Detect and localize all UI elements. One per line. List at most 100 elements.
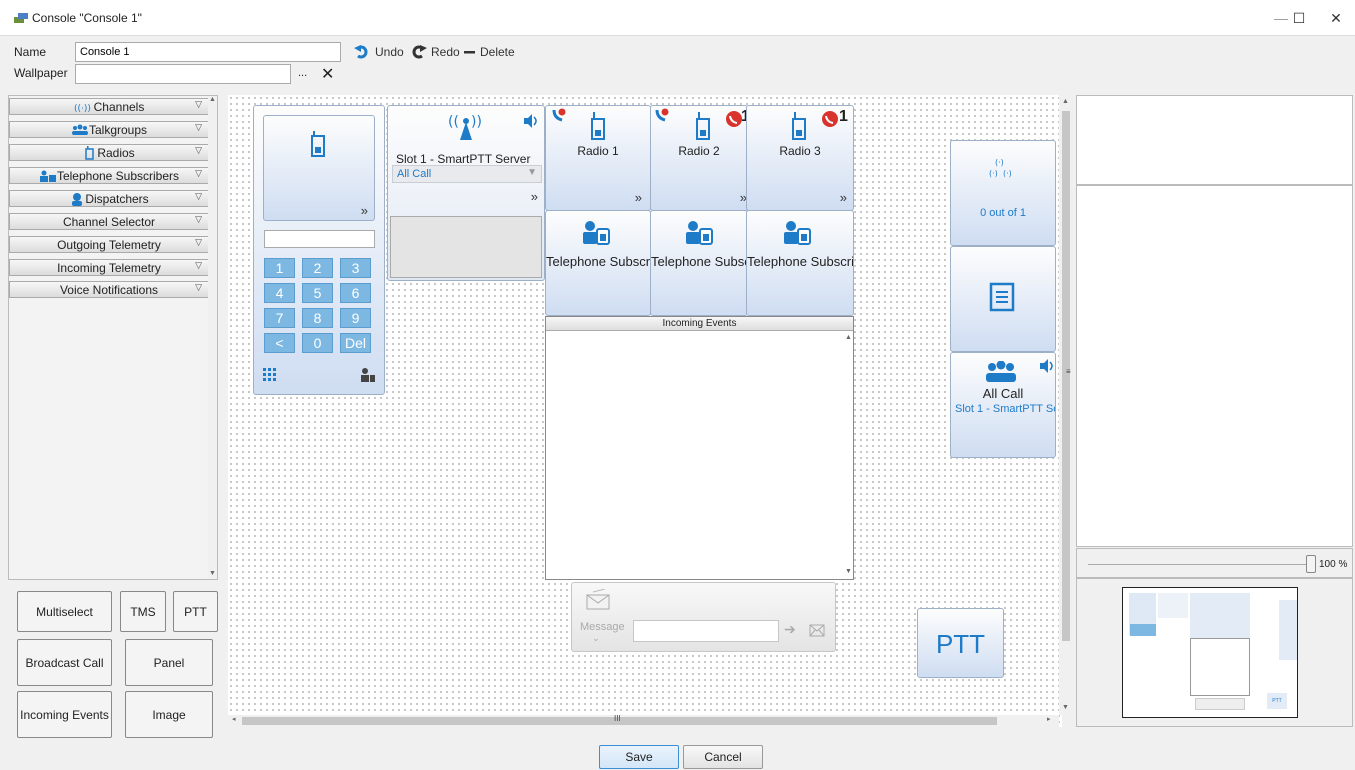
missed-call-count: 1 <box>839 108 848 125</box>
contact-icon <box>361 368 375 382</box>
send-arrow-icon[interactable]: ➔ <box>784 621 796 638</box>
telephone-subscriber-tile[interactable]: Telephone Subscriber <box>545 210 651 316</box>
chevron-down-icon: ▽ <box>195 99 202 109</box>
speaker-icon <box>1040 359 1053 373</box>
channel-selector-status: 0 out of 1 <box>980 207 1026 219</box>
channel-selector-widget[interactable]: (·) (·) (·) 0 out of 1 <box>950 140 1056 246</box>
panel-tool[interactable]: Panel <box>125 639 213 686</box>
svg-text:(·): (·) <box>995 158 1004 167</box>
chevron-down-icon: ▽ <box>195 122 202 132</box>
redo-button[interactable]: Redo <box>410 45 460 59</box>
radio-2-tile[interactable]: 1 Radio 2 » <box>650 105 749 211</box>
key-8[interactable]: 8 <box>302 308 333 328</box>
wallpaper-input[interactable] <box>75 64 291 84</box>
broadcast-call-widget[interactable]: All Call Slot 1 - SmartPTT Server <box>950 352 1056 458</box>
dialer-more-button[interactable]: » <box>361 203 368 218</box>
broadcast-call-tool[interactable]: Broadcast Call <box>17 639 112 686</box>
minimap-viewport[interactable]: PTT <box>1122 587 1298 718</box>
minimap-keys <box>1130 624 1156 636</box>
sidebar-item-dispatchers[interactable]: Dispatchers ▽ <box>9 190 209 207</box>
key-3[interactable]: 3 <box>340 258 371 278</box>
message-label: Message <box>580 621 625 633</box>
key-backspace[interactable]: < <box>264 333 295 353</box>
canvas-vertical-scrollbar[interactable]: ▲ ▼ <box>1059 95 1073 715</box>
image-tool[interactable]: Image <box>125 691 213 738</box>
key-5[interactable]: 5 <box>302 283 333 303</box>
keypad-icon <box>263 368 276 381</box>
canvas-horizontal-scrollbar[interactable]: ◂ III ▸ <box>228 714 1059 727</box>
scrollbar-thumb[interactable] <box>1062 111 1070 641</box>
name-input[interactable] <box>75 42 341 62</box>
talkgroup-select[interactable]: All Call ▼ <box>392 165 542 183</box>
dialer-widget[interactable]: » 1 2 3 4 5 6 7 8 9 < 0 Del <box>253 105 385 395</box>
sidebar-item-outgoing-telemetry[interactable]: Outgoing Telemetry ▽ <box>9 236 209 253</box>
undo-button[interactable]: Undo <box>354 45 404 59</box>
chevron-down-icon: ▽ <box>195 282 202 292</box>
key-6[interactable]: 6 <box>340 283 371 303</box>
message-input[interactable] <box>633 620 779 642</box>
key-4[interactable]: 4 <box>264 283 295 303</box>
sidebar-scrollbar[interactable]: ▲ ▼ <box>208 96 217 579</box>
sidebar-item-radios[interactable]: Radios ▽ <box>9 144 209 161</box>
panel-widget[interactable] <box>950 246 1056 352</box>
multiselect-tool[interactable]: Multiselect <box>17 591 112 632</box>
incoming-events-scrollbar[interactable]: ▲ ▼ <box>843 331 853 579</box>
radio-name: Radio 1 <box>577 144 619 158</box>
key-2[interactable]: 2 <box>302 258 333 278</box>
sidebar-item-channel-selector[interactable]: Channel Selector ▽ <box>9 213 209 230</box>
browse-button[interactable]: ... <box>298 67 307 79</box>
window-title: Console "Console 1" <box>32 11 142 25</box>
clear-wallpaper-button[interactable]: ✕ <box>321 64 334 84</box>
sidebar-item-incoming-telemetry[interactable]: Incoming Telemetry ▽ <box>9 259 209 276</box>
element-library-panel: ((·)) Channels ▽ Talkgroups ▽ Radios ▽ T… <box>8 95 218 580</box>
disconnected-icon <box>552 108 566 122</box>
radio-icon <box>311 131 325 157</box>
radio-icon <box>591 112 605 140</box>
ptt-tool[interactable]: PTT <box>173 591 218 632</box>
channel-widget[interactable]: (()) Slot 1 - SmartPTT Server All Call ▼… <box>387 105 545 281</box>
speaker-icon <box>524 114 537 128</box>
envelope-icon[interactable] <box>809 624 825 637</box>
radio-more-button[interactable]: » <box>635 190 642 205</box>
incoming-events-title: Incoming Events <box>546 317 853 331</box>
radio-1-tile[interactable]: Radio 1 » <box>545 105 651 211</box>
key-delete[interactable]: Del <box>340 333 371 353</box>
telephone-subscriber-tile[interactable]: Telephone Subscriber <box>746 210 854 316</box>
radio-icon <box>696 112 710 140</box>
group-icon <box>71 124 88 135</box>
key-7[interactable]: 7 <box>264 308 295 328</box>
channel-more-button[interactable]: » <box>531 189 538 204</box>
sidebar-item-label: Telephone Subscribers <box>56 168 180 183</box>
key-0[interactable]: 0 <box>302 333 333 353</box>
properties-panel <box>1076 185 1353 547</box>
sidebar-item-voice-notifications[interactable]: Voice Notifications ▽ <box>9 281 209 298</box>
dropdown-arrow-icon: ⌄ <box>592 633 600 643</box>
telephone-subscriber-tile[interactable]: Telephone Subscriber <box>650 210 748 316</box>
sidebar-item-telephone-subscribers[interactable]: Telephone Subscribers ▽ <box>9 167 209 184</box>
sidebar-item-channels[interactable]: ((·)) Channels ▽ <box>9 98 209 115</box>
name-label: Name <box>14 45 47 59</box>
ptt-button[interactable]: PTT <box>917 608 1004 678</box>
dialer-radio-tile[interactable]: » <box>263 115 375 221</box>
zoom-slider-thumb[interactable] <box>1306 555 1316 573</box>
key-1[interactable]: 1 <box>264 258 295 278</box>
radio-3-tile[interactable]: 1 Radio 3 » <box>746 105 854 211</box>
message-widget[interactable]: Message ⌄ ➔ <box>571 582 836 652</box>
splitter-grip-icon[interactable]: ≡ <box>1066 367 1071 376</box>
sidebar-item-label: Incoming Telemetry <box>57 260 161 275</box>
incoming-events-tool[interactable]: Incoming Events <box>17 691 112 738</box>
delete-button[interactable]: Delete <box>463 45 515 59</box>
key-9[interactable]: 9 <box>340 308 371 328</box>
close-button[interactable]: ✕ <box>1318 0 1354 36</box>
tms-tool[interactable]: TMS <box>120 591 166 632</box>
incoming-events-widget[interactable]: Incoming Events ▲ ▼ <box>545 316 854 580</box>
cancel-button[interactable]: Cancel <box>683 745 763 769</box>
maximize-button[interactable]: ☐ <box>1281 0 1317 36</box>
ptt-label: PTT <box>935 629 986 659</box>
dial-number-input[interactable] <box>264 230 375 248</box>
sidebar-item-talkgroups[interactable]: Talkgroups ▽ <box>9 121 209 138</box>
radio-more-button[interactable]: » <box>840 190 847 205</box>
save-button[interactable]: Save <box>599 745 679 769</box>
zoom-slider-track[interactable] <box>1088 564 1315 565</box>
undo-icon <box>354 45 368 59</box>
